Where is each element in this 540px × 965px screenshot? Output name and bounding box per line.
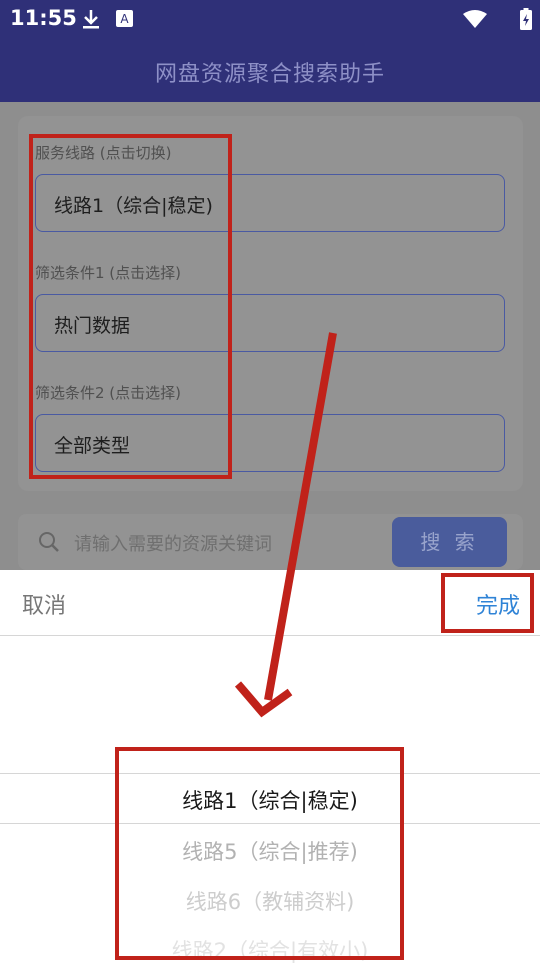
annotation-arrow (234, 332, 337, 718)
